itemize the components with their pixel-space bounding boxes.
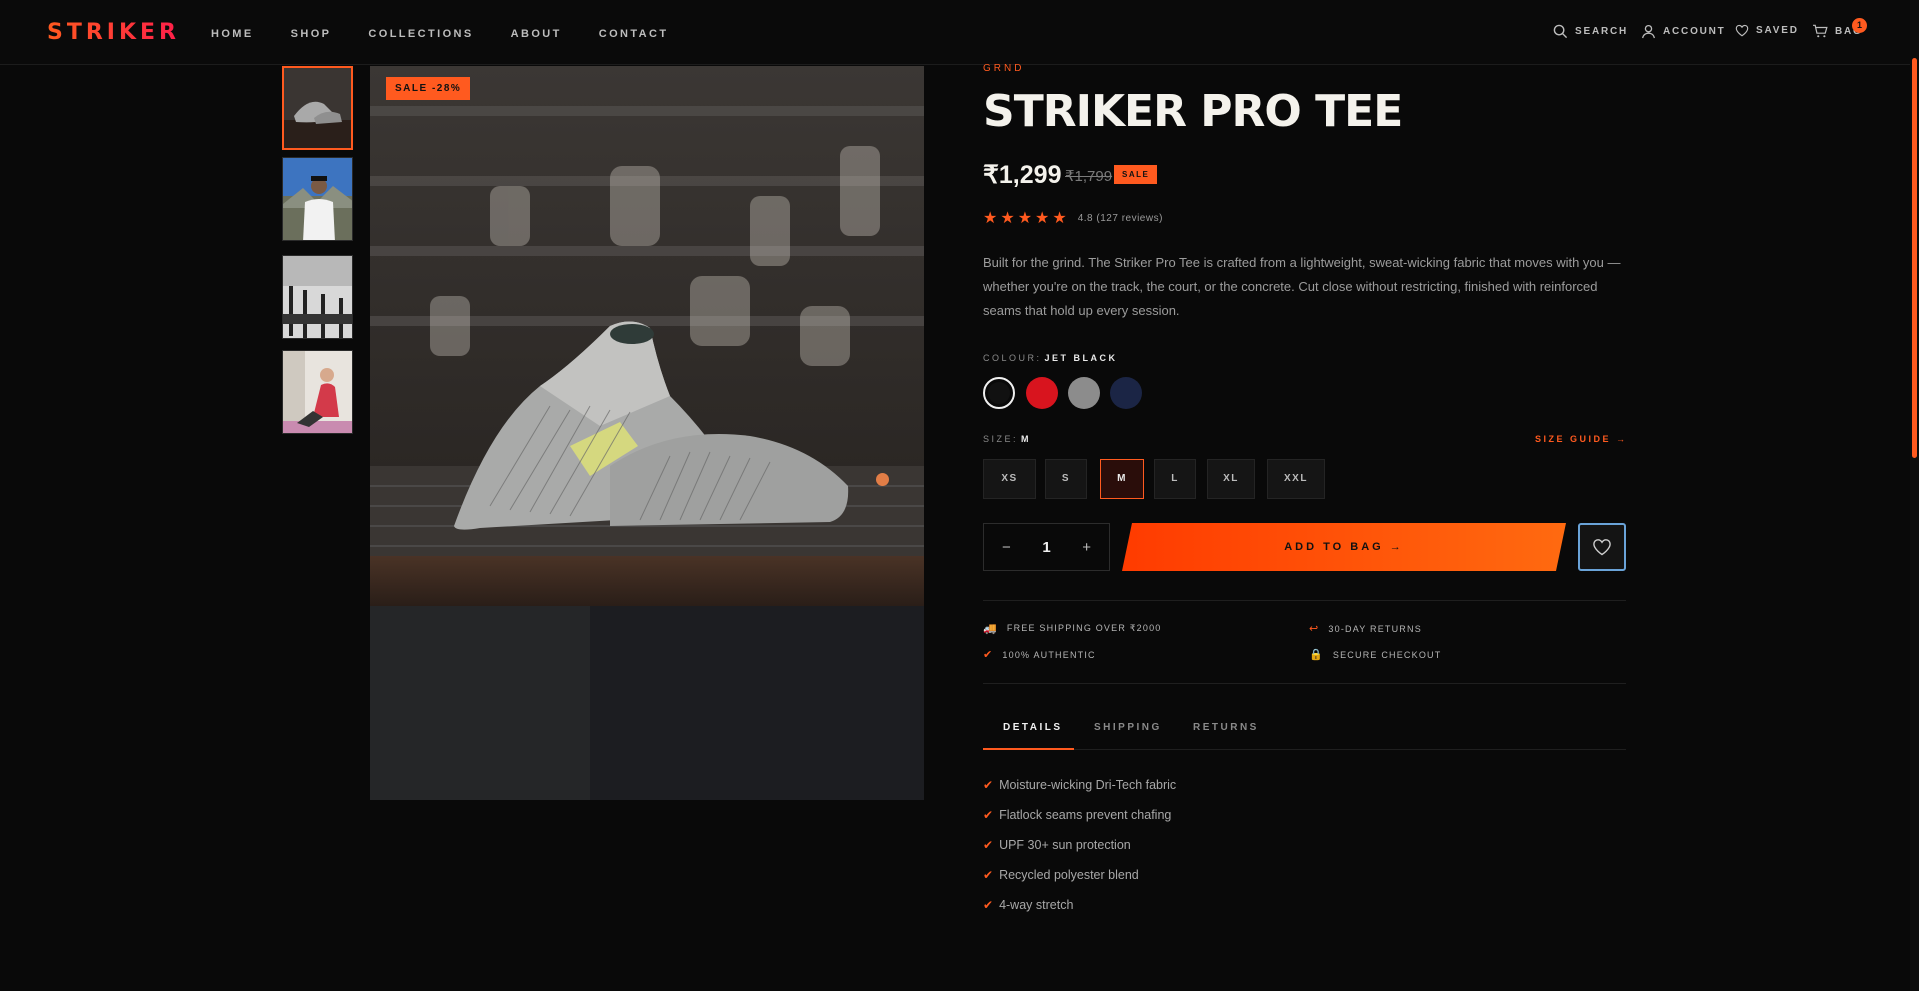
feature-secure-checkout: 🔒 SECURE CHECKOUT bbox=[1309, 649, 1442, 661]
feature-free-shipping: 🚚 FREE SHIPPING OVER ₹2000 bbox=[983, 623, 1162, 635]
product-price: ₹1,299 bbox=[983, 161, 1062, 189]
gallery-thumbnail-3[interactable] bbox=[282, 255, 353, 339]
list-item: ✔ UPF 30+ sun protection bbox=[983, 838, 1131, 852]
selected-colour: JET BLACK bbox=[1044, 353, 1118, 363]
heart-icon bbox=[1735, 24, 1749, 37]
nav-home[interactable]: HOME bbox=[211, 28, 254, 40]
star-icon: ★ bbox=[1052, 210, 1067, 227]
colour-swatch-jet-black[interactable] bbox=[983, 377, 1015, 409]
check-icon: ✔ bbox=[983, 868, 994, 882]
truck-icon: 🚚 bbox=[983, 623, 998, 635]
quantity-increase-button[interactable]: + bbox=[1082, 539, 1091, 556]
nav-shop[interactable]: SHOP bbox=[291, 28, 332, 40]
tab-shipping[interactable]: SHIPPING bbox=[1094, 722, 1162, 733]
feature-returns: ↩ 30-DAY RETURNS bbox=[1309, 623, 1422, 635]
divider bbox=[983, 600, 1626, 601]
return-icon: ↩ bbox=[1309, 623, 1320, 635]
search-icon bbox=[1553, 24, 1568, 39]
lock-icon: 🔒 bbox=[1309, 649, 1324, 661]
colour-swatch-navy[interactable] bbox=[1110, 377, 1142, 409]
user-icon bbox=[1642, 24, 1655, 39]
tab-divider bbox=[983, 749, 1626, 750]
image-hotspot-dot[interactable] bbox=[876, 473, 889, 486]
account-label: ACCOUNT bbox=[1663, 26, 1726, 37]
divider bbox=[983, 683, 1626, 684]
product-title: STRIKER PRO TEE bbox=[983, 86, 1403, 137]
size-option-xxl[interactable]: XXL bbox=[1267, 459, 1325, 499]
colour-swatch-grey[interactable] bbox=[1068, 377, 1100, 409]
product-main-image[interactable] bbox=[370, 66, 924, 800]
brand-logo[interactable]: STRIKER bbox=[47, 20, 180, 45]
bag-count-badge: 1 bbox=[1852, 18, 1867, 33]
rating-text: 4.8 (127 reviews) bbox=[1077, 212, 1163, 224]
top-navbar: STRIKER HOME SHOP COLLECTIONS ABOUT CONT… bbox=[0, 0, 1910, 65]
check-icon: ✔ bbox=[983, 838, 994, 852]
feature-authentic: ✔ 100% AUTHENTIC bbox=[983, 649, 1096, 661]
saved-button[interactable]: SAVED bbox=[1735, 24, 1799, 37]
colour-label: COLOUR: JET BLACK bbox=[983, 353, 1118, 363]
quantity-value[interactable]: 1 bbox=[1042, 539, 1050, 556]
check-icon: ✔ bbox=[983, 808, 994, 822]
star-icon: ★ bbox=[1035, 210, 1050, 227]
nav-collections[interactable]: COLLECTIONS bbox=[368, 28, 473, 40]
gallery-thumbnail-4[interactable] bbox=[282, 350, 353, 434]
gallery-thumbnail-1[interactable] bbox=[282, 66, 353, 150]
main-nav: HOME SHOP COLLECTIONS ABOUT CONTACT bbox=[211, 28, 706, 40]
size-guide-link[interactable]: SIZE GUIDE → bbox=[1535, 434, 1628, 444]
list-item: ✔ Flatlock seams prevent chafing bbox=[983, 808, 1172, 822]
list-item: ✔ Recycled polyester blend bbox=[983, 868, 1139, 882]
product-brand[interactable]: GRND bbox=[983, 63, 1024, 74]
size-option-l[interactable]: L bbox=[1154, 459, 1196, 499]
tab-returns[interactable]: RETURNS bbox=[1193, 722, 1259, 733]
size-option-s[interactable]: S bbox=[1045, 459, 1087, 499]
check-icon: ✔ bbox=[983, 898, 994, 912]
size-option-xs[interactable]: XS bbox=[983, 459, 1036, 499]
list-item: ✔ 4-way stretch bbox=[983, 898, 1074, 912]
rating[interactable]: ★ ★ ★ ★ ★ 4.8 (127 reviews) bbox=[983, 208, 1163, 228]
scrollbar-thumb[interactable] bbox=[1912, 58, 1917, 458]
sale-badge: SALE -28% bbox=[386, 77, 471, 100]
sale-pill: SALE bbox=[1114, 165, 1158, 184]
check-icon: ✔ bbox=[983, 649, 994, 661]
wishlist-button[interactable] bbox=[1578, 523, 1626, 571]
cart-icon bbox=[1813, 24, 1828, 38]
product-old-price: ₹1,799 bbox=[1065, 168, 1113, 185]
active-tab-indicator bbox=[983, 748, 1074, 750]
size-label: SIZE: M bbox=[983, 434, 1032, 444]
size-option-xl[interactable]: XL bbox=[1207, 459, 1255, 499]
search-label: SEARCH bbox=[1575, 26, 1629, 37]
list-item: ✔ Moisture-wicking Dri-Tech fabric bbox=[983, 778, 1177, 792]
size-option-m[interactable]: M bbox=[1100, 459, 1144, 499]
search-button[interactable]: SEARCH bbox=[1553, 24, 1628, 39]
product-description: Built for the grind. The Striker Pro Tee… bbox=[983, 255, 1621, 318]
quantity-decrease-button[interactable]: − bbox=[1002, 539, 1011, 556]
star-icon: ★ bbox=[1017, 210, 1033, 227]
star-icon: ★ bbox=[983, 210, 998, 227]
star-icon: ★ bbox=[1000, 210, 1015, 227]
nav-about[interactable]: ABOUT bbox=[511, 28, 562, 40]
tab-details[interactable]: DETAILS bbox=[1003, 722, 1063, 733]
saved-label: SAVED bbox=[1756, 25, 1799, 36]
heart-icon bbox=[1593, 539, 1611, 556]
quantity-stepper: − 1 + bbox=[983, 523, 1110, 571]
details-list: ✔ Moisture-wicking Dri-Tech fabric ✔ Flatl… bbox=[983, 770, 1176, 920]
add-to-bag-button[interactable]: ADD TO BAG → bbox=[1122, 523, 1566, 571]
colour-swatch-red[interactable] bbox=[1026, 377, 1058, 409]
selected-size: M bbox=[1021, 434, 1032, 444]
gallery-thumbnail-2[interactable] bbox=[282, 157, 353, 241]
account-button[interactable]: ACCOUNT bbox=[1641, 24, 1726, 39]
nav-contact[interactable]: CONTACT bbox=[599, 28, 669, 40]
check-icon: ✔ bbox=[983, 778, 994, 792]
